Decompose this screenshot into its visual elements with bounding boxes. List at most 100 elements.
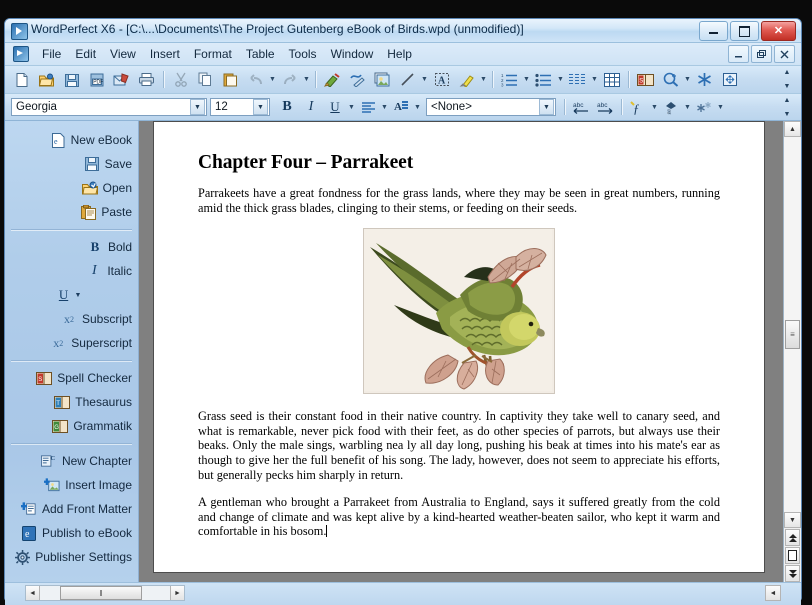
toolbar-scroll-spinner[interactable]: ▲ ▼ [781,69,793,90]
symbols-icon[interactable] [692,95,716,119]
email-icon[interactable] [109,67,134,92]
justification-dropdown-arrow[interactable]: ▼ [380,96,389,119]
document-close-button[interactable] [774,45,795,63]
columns-dropdown-arrow[interactable]: ▼ [590,68,599,91]
spell-check-icon[interactable]: S [633,67,658,92]
open-document-icon[interactable] [34,67,59,92]
sidebar-item-italic[interactable]: I Italic [5,259,138,283]
zoom-icon[interactable] [658,67,683,92]
chevron-down-icon[interactable]: ▼ [253,99,268,115]
bulleted-list-dropdown-arrow[interactable]: ▼ [556,68,565,91]
toolbar-scroll-up-arrow[interactable]: ▲ [781,69,793,76]
text-highlight-dropdown-arrow[interactable]: ▼ [683,96,692,119]
document-minimize-button[interactable] [728,45,749,63]
sidebar-item-bold[interactable]: B Bold [5,235,138,259]
sidebar-item-add-front-matter[interactable]: Add Front Matter [5,497,138,521]
quickcorrect-icon[interactable] [345,67,370,92]
draw-line-dropdown-arrow[interactable]: ▼ [420,68,429,91]
bold-button[interactable]: B [275,95,299,119]
next-page-button[interactable] [785,565,800,582]
highlighter-icon[interactable] [454,67,479,92]
font-color-dropdown-arrow[interactable]: ▼ [413,96,422,119]
save-icon[interactable] [59,67,84,92]
font-color-button[interactable]: A [389,95,413,119]
text-highlight-icon[interactable]: a [659,95,683,119]
sidebar-item-insert-image[interactable]: Insert Image [5,473,138,497]
vertical-scroll-track[interactable]: ≡ [784,137,801,512]
property-scroll-up-arrow[interactable]: ▲ [781,97,793,104]
sidebar-item-superscript[interactable]: x2 Superscript [5,331,138,355]
parrakeet-illustration[interactable] [363,228,555,394]
sidebar-item-grammatik[interactable]: G Grammatik [5,414,138,438]
underline-dropdown-arrow[interactable]: ▼ [347,96,356,119]
menu-item-window[interactable]: Window [324,45,381,64]
menu-item-view[interactable]: View [103,45,143,64]
sidebar-item-paste[interactable]: Paste [5,200,138,224]
text-box-icon[interactable]: A [429,67,454,92]
menu-item-insert[interactable]: Insert [143,45,187,64]
scroll-up-button[interactable]: ▲ [784,121,801,137]
italic-button[interactable]: I [299,95,323,119]
previous-page-button[interactable] [785,529,800,546]
scroll-left-button[interactable]: ◄ [26,586,40,600]
horizontal-scroll-thumb[interactable]: ‖ [60,586,142,600]
bulleted-list-icon[interactable] [531,67,556,92]
sidebar-item-thesaurus[interactable]: T Thesaurus [5,390,138,414]
highlighter-dropdown-arrow[interactable]: ▼ [479,68,488,91]
sidebar-item-underline[interactable]: U ▼ [5,283,138,307]
underline-button[interactable]: U [323,95,347,119]
toolbar-scroll-down-arrow[interactable]: ▼ [781,83,793,90]
vertical-scroll-thumb[interactable]: ≡ [785,320,800,349]
document-restore-button[interactable] [751,45,772,63]
horizontal-scroll-track[interactable]: ‖ [40,586,170,600]
table-icon[interactable] [599,67,624,92]
font-name-combobox[interactable]: Georgia ▼ [11,98,207,116]
menu-item-format[interactable]: Format [187,45,239,64]
redo-icon[interactable] [277,67,302,92]
sidebar-item-open[interactable]: Open [5,176,138,200]
scroll-right-button[interactable]: ► [170,586,184,600]
new-document-icon[interactable] [9,67,34,92]
numbered-list-dropdown-arrow[interactable]: ▼ [522,68,531,91]
draw-line-icon[interactable] [395,67,420,92]
menu-item-file[interactable]: File [35,45,68,64]
undo-dropdown-arrow[interactable]: ▼ [268,68,277,91]
format-as-you-go-icon[interactable] [320,67,345,92]
minimize-button[interactable] [699,21,728,41]
menu-item-table[interactable]: Table [239,45,282,64]
symbols-dropdown-arrow[interactable]: ▼ [716,96,725,119]
justification-button[interactable] [356,95,380,119]
scroll-down-button[interactable]: ▼ [784,512,801,528]
publish-pdf-icon[interactable]: PDF [84,67,109,92]
scrollbar-corner-button[interactable]: ◄ [765,585,781,601]
page-indicator-button[interactable] [785,547,800,564]
menu-item-help[interactable]: Help [380,45,419,64]
document-menu-icon[interactable] [13,46,29,62]
copy-icon[interactable] [193,67,218,92]
window-tile-icon[interactable] [717,67,742,92]
property-scroll-down-arrow[interactable]: ▼ [781,111,793,118]
sidebar-item-subscript[interactable]: x2 Subscript [5,307,138,331]
redo-dropdown-arrow[interactable]: ▼ [302,68,311,91]
zoom-dropdown-arrow[interactable]: ▼ [683,68,692,91]
property-scroll-spinner[interactable]: ▲ ▼ [781,97,793,118]
chevron-down-icon[interactable]: ▼ [539,99,554,115]
font-size-combobox[interactable]: 12 ▼ [210,98,270,116]
prev-change-icon[interactable]: abc [569,95,593,119]
sidebar-item-new-ebook[interactable]: e New eBook [5,128,138,152]
sidebar-item-save[interactable]: Save [5,152,138,176]
columns-icon[interactable] [565,67,590,92]
menu-item-tools[interactable]: Tools [282,45,324,64]
chevron-down-icon[interactable]: ▼ [190,99,205,115]
sidebar-item-publisher-settings[interactable]: Publisher Settings [5,545,138,569]
horizontal-scrollbar[interactable]: ◄ ‖ ► [25,585,185,601]
quickfonts-dropdown-arrow[interactable]: ▼ [650,96,659,119]
vertical-scrollbar[interactable]: ▲ ≡ ▼ [783,121,801,582]
undo-icon[interactable] [243,67,268,92]
insert-image-icon[interactable] [370,67,395,92]
sidebar-item-publish-to-ebook[interactable]: e Publish to eBook [5,521,138,545]
underline-dropdown-arrow[interactable]: ▼ [75,292,82,299]
document-page[interactable]: Chapter Four – Parrakeet Parrakeets have… [153,121,765,573]
quickfonts-icon[interactable]: ƒ [626,95,650,119]
sidebar-item-new-chapter[interactable]: C New Chapter [5,449,138,473]
